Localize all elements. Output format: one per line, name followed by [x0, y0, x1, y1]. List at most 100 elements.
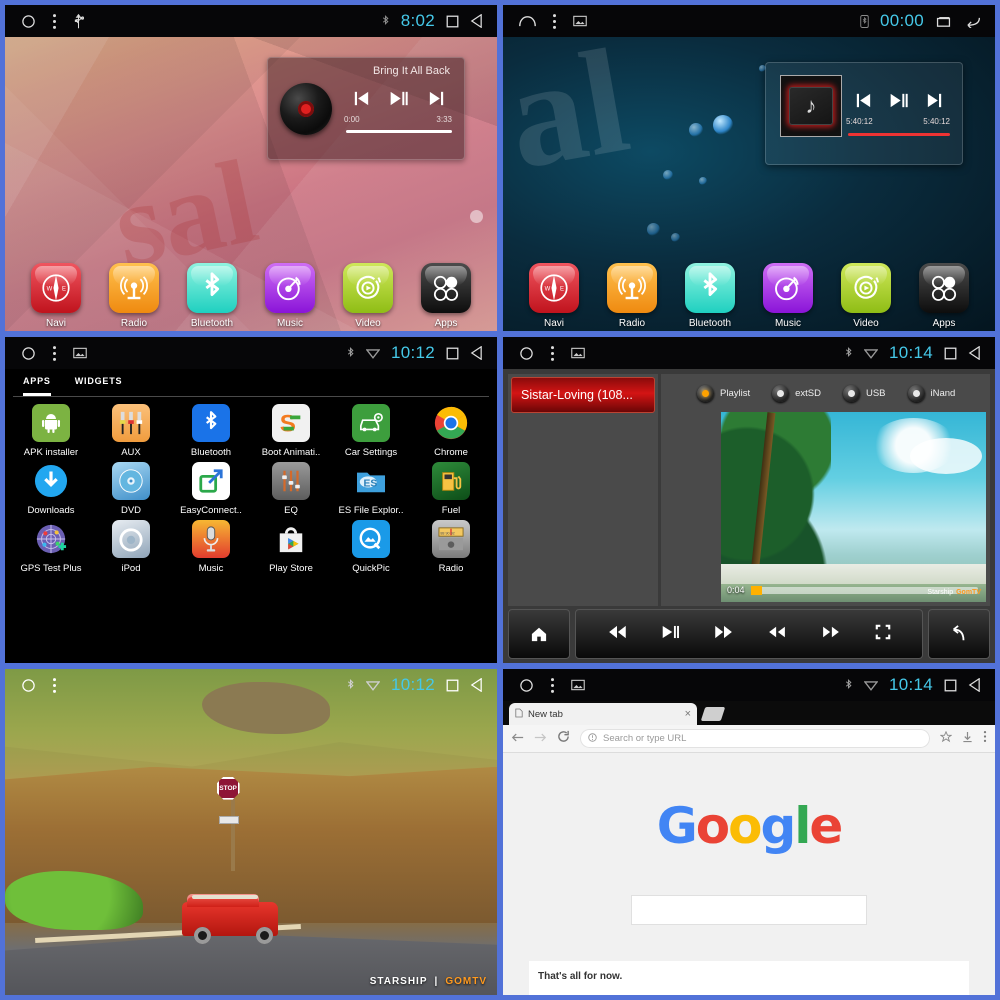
- dock-item-music[interactable]: Music: [759, 263, 817, 329]
- source-extsd[interactable]: extSD: [772, 384, 821, 402]
- next-button[interactable]: [714, 625, 734, 644]
- back-triangle-icon[interactable]: [968, 678, 981, 692]
- dock-item-navi[interactable]: WE Navi: [525, 263, 583, 329]
- source-usb[interactable]: USB: [842, 384, 886, 402]
- app-cell[interactable]: EQ: [251, 462, 331, 516]
- previous-track-button[interactable]: [855, 93, 872, 113]
- menu-dots-icon[interactable]: [552, 13, 557, 30]
- next-track-button[interactable]: [926, 93, 943, 113]
- dock-item-bluetooth[interactable]: Bluetooth: [681, 263, 739, 329]
- menu-dots-icon[interactable]: [550, 345, 555, 362]
- back-triangle-icon[interactable]: [470, 678, 483, 692]
- next-track-button[interactable]: [428, 91, 445, 111]
- reload-icon[interactable]: [557, 730, 570, 748]
- play-pause-button[interactable]: [389, 91, 409, 111]
- close-icon[interactable]: ×: [685, 708, 691, 720]
- sub-sign: [219, 815, 240, 824]
- app-cell[interactable]: Play Store: [251, 520, 331, 574]
- home-circle-icon[interactable]: [21, 14, 36, 29]
- dock-item-music[interactable]: Music: [261, 263, 319, 329]
- back-button[interactable]: [928, 609, 990, 659]
- back-triangle-icon[interactable]: [470, 14, 483, 28]
- dock-item-radio[interactable]: Radio: [603, 263, 661, 329]
- rewind-button[interactable]: [767, 625, 787, 644]
- screenshot-icon[interactable]: [573, 15, 587, 27]
- menu-dots-icon[interactable]: [52, 13, 57, 30]
- seek-bar[interactable]: [848, 133, 950, 136]
- app-cell[interactable]: S Boot Animati..: [251, 404, 331, 458]
- screenshot-icon[interactable]: [73, 347, 87, 359]
- dock-item-apps[interactable]: Apps: [915, 263, 973, 329]
- recents-square-icon[interactable]: [935, 15, 952, 28]
- back-arrow-icon[interactable]: [511, 730, 524, 748]
- video-surface[interactable]: STOP STARSHIP | GOMTV: [5, 669, 497, 995]
- home-outline-icon[interactable]: [519, 15, 536, 28]
- dock-item-video[interactable]: Video: [837, 263, 895, 329]
- search-input[interactable]: [631, 895, 867, 925]
- screenshot-icon[interactable]: [571, 347, 585, 359]
- recents-square-icon[interactable]: [446, 347, 459, 360]
- app-label: Fuel: [441, 505, 461, 516]
- fast-forward-button[interactable]: [821, 625, 841, 644]
- dock-item-navi[interactable]: WE Navi: [27, 263, 85, 329]
- app-cell[interactable]: iPod: [91, 520, 171, 574]
- play-pause-button[interactable]: [661, 625, 680, 644]
- app-cell[interactable]: Fuel: [411, 462, 491, 516]
- app-cell[interactable]: Downloads: [11, 462, 91, 516]
- app-cell[interactable]: Music: [171, 520, 251, 574]
- music-widget[interactable]: Bring It All Back 0:00 3:33: [267, 57, 465, 160]
- app-cell[interactable]: DVD: [91, 462, 171, 516]
- star-icon[interactable]: [939, 730, 953, 748]
- tab-widgets[interactable]: WIDGETS: [75, 376, 123, 396]
- seek-bar[interactable]: [346, 130, 452, 133]
- home-circle-icon[interactable]: [21, 678, 36, 693]
- usb-icon[interactable]: [73, 13, 84, 30]
- app-cell[interactable]: Chrome: [411, 404, 491, 458]
- play-pause-button[interactable]: [889, 93, 909, 113]
- menu-dots-icon[interactable]: [52, 345, 57, 362]
- recents-square-icon[interactable]: [446, 15, 459, 28]
- dock-item-apps[interactable]: Apps: [417, 263, 475, 329]
- home-circle-icon[interactable]: [21, 346, 36, 361]
- dock-item-video[interactable]: Video: [339, 263, 397, 329]
- browser-tab[interactable]: New tab ×: [509, 703, 697, 725]
- music-widget[interactable]: 5:40:12 5:40:12: [765, 62, 963, 165]
- previous-track-button[interactable]: [353, 91, 370, 111]
- app-cell[interactable]: Car Settings: [331, 404, 411, 458]
- dock-item-radio[interactable]: Radio: [105, 263, 163, 329]
- dock-item-bluetooth[interactable]: Bluetooth: [183, 263, 241, 329]
- source-playlist[interactable]: Playlist: [697, 384, 750, 402]
- app-cell[interactable]: AUX: [91, 404, 171, 458]
- playlist-item-selected[interactable]: Sistar-Loving (108...: [511, 377, 655, 413]
- recents-square-icon[interactable]: [944, 679, 957, 692]
- source-inand[interactable]: iNand: [907, 384, 955, 402]
- sliders-icon: [272, 462, 310, 500]
- app-cell[interactable]: Bluetooth: [171, 404, 251, 458]
- app-cell[interactable]: GPS Test Plus: [11, 520, 91, 574]
- app-cell[interactable]: ES ES File Explor..: [331, 462, 411, 516]
- overflow-menu-icon[interactable]: [983, 730, 987, 748]
- fullscreen-button[interactable]: [875, 624, 891, 645]
- app-cell[interactable]: APK installer: [11, 404, 91, 458]
- back-triangle-icon[interactable]: [470, 346, 483, 360]
- app-cell[interactable]: QuickPic: [331, 520, 411, 574]
- recents-square-icon[interactable]: [446, 679, 459, 692]
- new-tab-button[interactable]: [700, 707, 726, 721]
- tab-apps[interactable]: APPS: [23, 376, 51, 396]
- home-button[interactable]: [508, 609, 570, 659]
- app-cell[interactable]: 88 90 92 Radio: [411, 520, 491, 574]
- recents-square-icon[interactable]: [944, 347, 957, 360]
- video-surface[interactable]: 0:04 Starship GomTV: [721, 412, 986, 602]
- app-cell[interactable]: EasyConnect..: [171, 462, 251, 516]
- download-icon[interactable]: [962, 730, 973, 748]
- previous-button[interactable]: [607, 625, 627, 644]
- menu-dots-icon[interactable]: [52, 677, 57, 694]
- omnibox[interactable]: Search or type URL: [580, 729, 930, 748]
- back-triangle-icon[interactable]: [968, 346, 981, 360]
- menu-dots-icon[interactable]: [550, 677, 555, 694]
- screenshot-icon[interactable]: [571, 679, 585, 691]
- back-arrow-icon[interactable]: [963, 15, 981, 28]
- home-circle-icon[interactable]: [519, 678, 534, 693]
- forward-arrow-icon[interactable]: [534, 730, 547, 748]
- home-circle-icon[interactable]: [519, 346, 534, 361]
